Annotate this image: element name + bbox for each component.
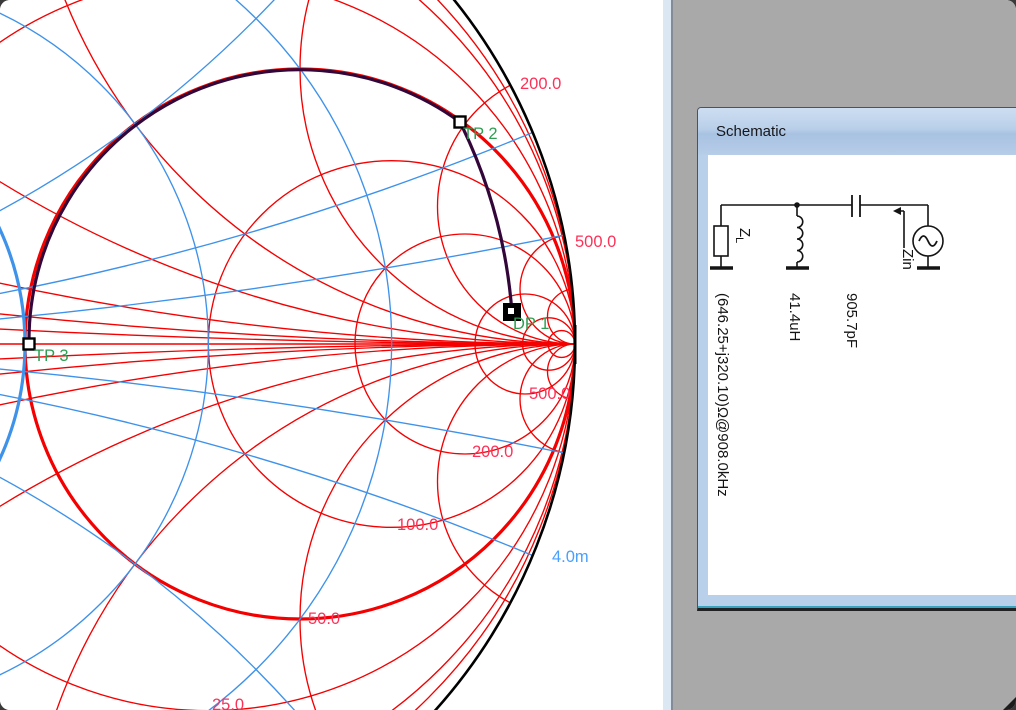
series-capacitor-component[interactable] [852,195,860,217]
schematic-window: Schematic [697,107,1016,611]
load-value-label: (646.25+j320.10)Ω@908.0kHz [714,293,731,497]
smith-chart[interactable]: DP 1 TP 2 TP 3 200.0 500.0 500.0 200.0 100.0 50.… [0,0,663,710]
schematic-canvas[interactable]: ZL (646.25+j320.10)Ω@908.0kHz 41.4uH 905… [708,155,1016,595]
chart-axis-label: 25.0 [212,696,244,710]
zin-arrow [893,207,904,248]
marker-tp-3[interactable] [24,339,35,350]
shunt-inductor-component[interactable] [786,202,809,268]
point-label-dp-1: DP 1 [513,315,549,333]
sine-icon [919,236,937,246]
chart-axis-label: 200.0 [472,443,513,461]
chart-axis-label: 500.0 [575,233,616,251]
smith-chart-panel[interactable]: DP 1 TP 2 TP 3 200.0 500.0 500.0 200.0 100.0 50.… [0,0,663,710]
chart-axis-label: 50.0 [308,610,340,628]
chart-axis-label: 500.0 [529,385,570,403]
panel-splitter[interactable] [663,0,673,710]
chart-grid [0,0,663,710]
circuit-drawing [708,155,1016,595]
point-label-tp-3: TP 3 [34,347,69,365]
arrowhead-icon [893,207,901,215]
chart-axis-label: 100.0 [397,516,438,534]
capacitor-value-label: 905.7pF [843,293,860,348]
resize-grip[interactable] [1003,697,1016,710]
zin-label: Zin [899,249,916,270]
load-designator: ZL [730,228,753,243]
source-component[interactable] [913,205,943,268]
app-window: DP 1 TP 2 TP 3 200.0 500.0 500.0 200.0 100.0 50.… [0,0,1016,710]
point-label-tp-2: TP 2 [463,125,498,143]
schematic-title: Schematic [716,123,786,140]
inductor-value-label: 41.4uH [786,293,803,341]
chart-axis-label: 200.0 [520,75,561,93]
chart-axis-label: 4.0m [552,548,589,566]
capacitor-plates [852,195,860,217]
inductor-coil [797,216,803,262]
schematic-titlebar[interactable]: Schematic [698,108,1016,155]
